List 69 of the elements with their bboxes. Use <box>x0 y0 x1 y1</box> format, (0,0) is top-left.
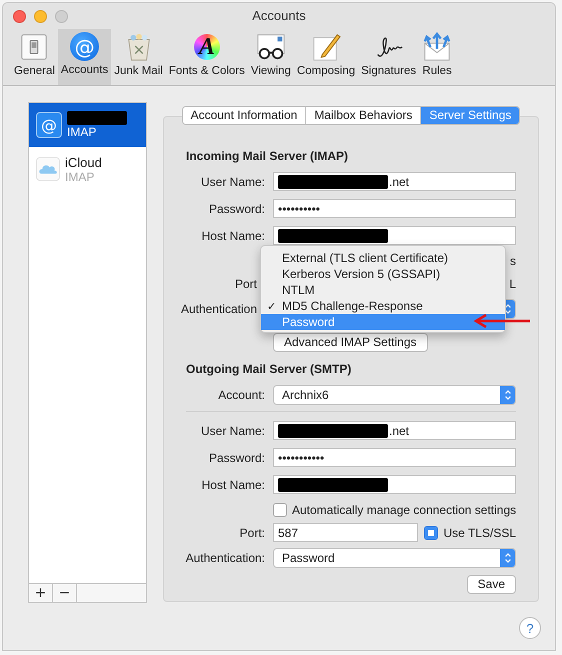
section-title: Outgoing Mail Server (SMTP) <box>186 362 352 376</box>
toolbar-tab[interactable]: Rules <box>419 29 456 85</box>
text-field[interactable]: .net <box>273 421 516 440</box>
glasses-icon <box>256 32 286 62</box>
menu-item[interactable]: Kerberos Version 5 (GSSAPI) <box>261 266 505 282</box>
field-label: Port: <box>240 526 265 540</box>
toolbar-tab[interactable]: @ Accounts <box>58 29 112 85</box>
tab[interactable]: Account Information <box>182 107 306 124</box>
account-type: IMAP <box>67 125 98 139</box>
toolbar-label: Accounts <box>60 64 108 76</box>
minimize-button[interactable] <box>34 10 47 23</box>
field-label: Password: <box>208 450 265 464</box>
window-title: Accounts <box>252 8 306 22</box>
cloud-icon <box>36 157 60 181</box>
toolbar-tab[interactable]: Composing <box>294 29 358 85</box>
field-label: User Name: <box>200 174 265 188</box>
text-field[interactable]: •••••••••• <box>273 199 516 218</box>
pointer-arrow <box>471 313 533 329</box>
account-item[interactable]: @ IMAP <box>29 103 146 147</box>
field-label: Port <box>234 276 257 290</box>
account-name: iCloud <box>65 154 102 170</box>
at-sign-icon: @ <box>70 32 100 61</box>
toolbar-tab[interactable]: General <box>11 29 58 85</box>
pencil-icon <box>311 32 342 62</box>
toolbar-label: General <box>14 65 55 77</box>
section-title: Incoming Mail Server (IMAP) <box>186 149 348 163</box>
checkbox[interactable] <box>424 526 438 540</box>
toolbar-tab[interactable]: Viewing <box>248 29 294 85</box>
toolbar-label: Rules <box>422 65 452 77</box>
toolbar-label: Junk Mail <box>114 65 163 77</box>
menu-item[interactable]: ✓ MD5 Challenge-Response <box>261 298 505 314</box>
field-label: Authentication: <box>186 550 265 564</box>
field-label: User Name: <box>200 424 265 438</box>
text-field[interactable] <box>273 475 516 494</box>
popup-menu[interactable]: Password <box>273 548 516 568</box>
checkbox[interactable] <box>273 502 287 516</box>
menu-item[interactable]: External (TLS client Certificate) <box>261 250 505 266</box>
checkbox-label: Use TLS/SSL <box>444 526 516 540</box>
menu-item[interactable]: NTLM <box>261 282 505 298</box>
toolbar-tab[interactable]: Signatures <box>358 29 420 85</box>
checkbox-label: Automatically manage connection settings <box>292 502 516 516</box>
toolbar-label: Fonts & Colors <box>168 65 245 77</box>
popup-menu[interactable]: Archnix6 <box>273 384 516 404</box>
port-field[interactable]: 587 <box>273 523 418 542</box>
text-field[interactable]: .net <box>273 172 516 191</box>
toolbar-tab[interactable]: Junk Mail <box>111 29 166 85</box>
toolbar-label: Viewing <box>250 65 291 77</box>
close-button[interactable] <box>13 10 26 23</box>
help-button[interactable]: ? <box>519 617 541 639</box>
text-field[interactable]: ••••••••••• <box>273 448 516 467</box>
stepper-icon <box>500 386 515 404</box>
switch-icon <box>19 32 50 62</box>
account-item[interactable]: iCloud IMAP <box>29 147 146 191</box>
partial-label: L <box>509 276 516 290</box>
field-label: Host Name: <box>202 478 265 492</box>
save-button[interactable]: Save <box>466 575 516 594</box>
account-type: IMAP <box>65 170 96 184</box>
at-sign-icon: @ <box>36 112 62 138</box>
field-label: Host Name: <box>202 228 265 242</box>
toolbar-label: Signatures <box>361 65 416 77</box>
field-label: Account: <box>218 388 265 402</box>
partial-label: s <box>510 254 516 268</box>
settings-button[interactable]: Advanced IMAP Settings <box>273 333 428 352</box>
field-label: Authentication <box>180 302 257 316</box>
text-field[interactable] <box>273 226 516 245</box>
stepper-icon <box>500 548 515 566</box>
field-label: Password: <box>208 202 265 216</box>
envelope-arrows-icon <box>422 32 452 62</box>
toolbar-label: Composing <box>296 65 356 77</box>
